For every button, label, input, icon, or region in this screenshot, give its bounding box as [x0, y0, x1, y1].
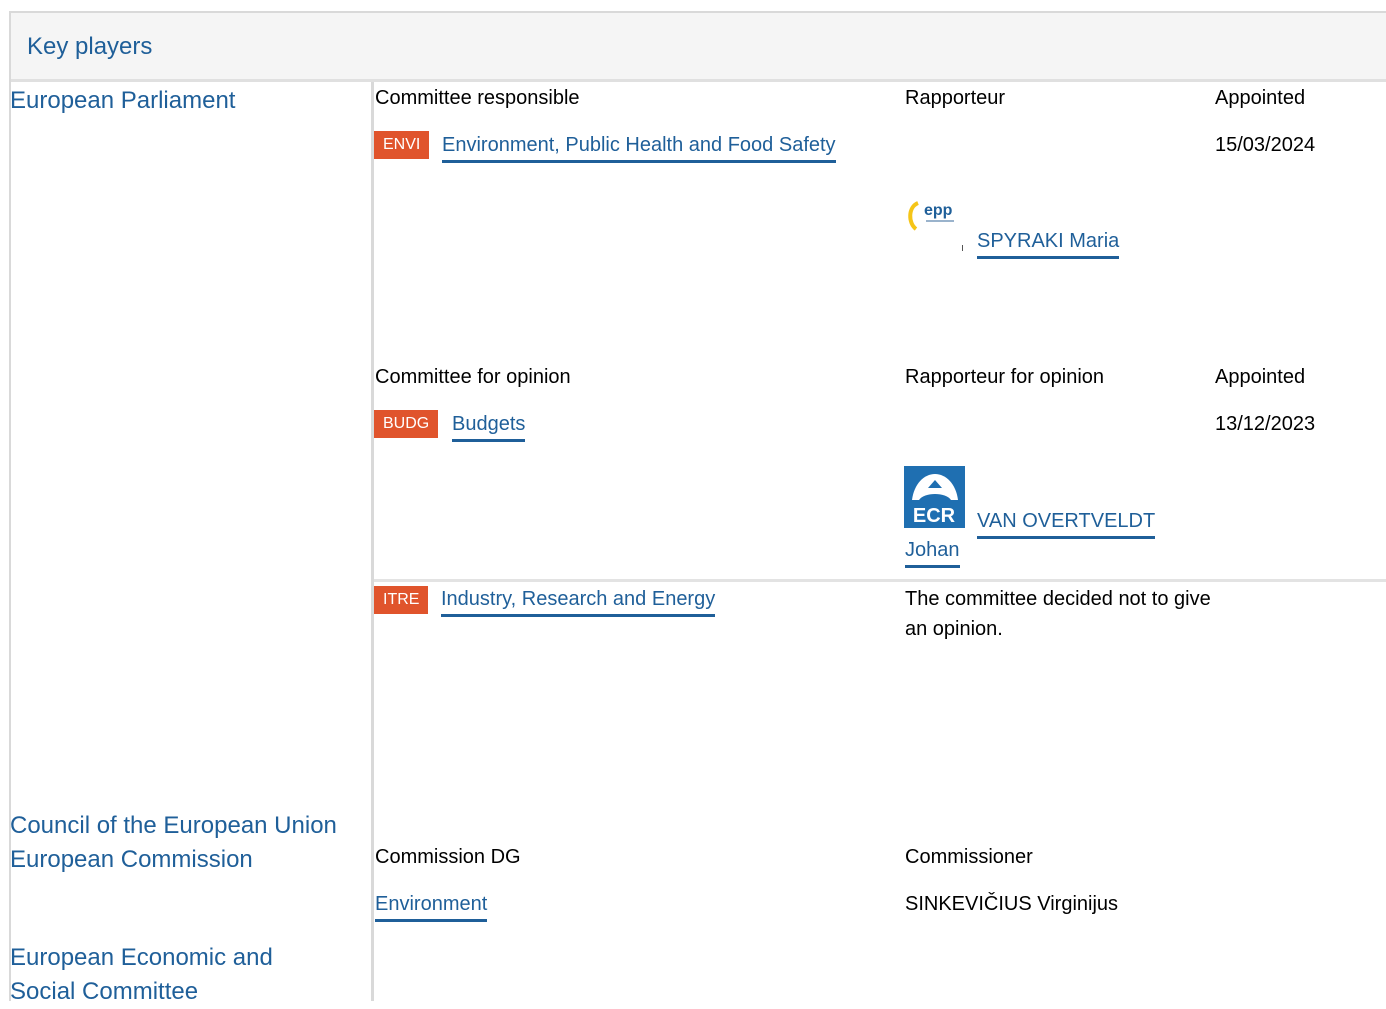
- rapporteur-opinion-header: Rapporteur for opinion: [905, 366, 1105, 388]
- committee-responsible-header: Committee responsible: [375, 87, 580, 109]
- institution-european-parliament: European Parliament: [10, 87, 236, 114]
- epp-logo-graphic: epp: [908, 201, 963, 251]
- institution-council: Council of the European Union: [10, 812, 337, 839]
- committee-link-envi[interactable]: Environment, Public Health and Food Safe…: [442, 133, 836, 163]
- row-divider: [374, 579, 1386, 582]
- institution-eesc: European Economic and Social Committee: [10, 944, 273, 1005]
- committee-code-badge-itre: ITRE: [374, 586, 429, 614]
- svg-text:epp: epp: [924, 202, 953, 219]
- committee-opinion-header: Committee for opinion: [375, 366, 571, 388]
- epp-logo: epp: [904, 189, 964, 251]
- commission-dg-header: Commission DG: [375, 846, 521, 868]
- column-divider: [371, 82, 374, 1001]
- committee-link-itre[interactable]: Industry, Research and Energy: [441, 587, 716, 617]
- appointed-header: Appointed: [1215, 87, 1306, 109]
- rapporteur-header: Rapporteur: [905, 87, 1006, 109]
- rapporteur-link-spyraki[interactable]: SPYRAKI Maria: [977, 229, 1120, 259]
- appointed-date-budg: 13/12/2023: [1215, 413, 1316, 435]
- rapporteur-link-van-overtveldt-firstname[interactable]: Johan: [905, 538, 960, 568]
- commissioner-header: Commissioner: [905, 846, 1033, 868]
- commission-dg-link-environment[interactable]: Environment: [375, 892, 488, 922]
- committee-link-budg[interactable]: Budgets: [452, 412, 526, 442]
- appointed-opinion-header: Appointed: [1215, 366, 1306, 388]
- key-players-header: Key players: [11, 13, 1386, 82]
- page-title: Key players: [27, 33, 153, 60]
- itre-no-opinion-note: The committee decided not to give an opi…: [905, 588, 1211, 640]
- rapporteur-link-van-overtveldt[interactable]: VAN OVERTVELDT: [977, 509, 1156, 539]
- appointed-date-envi: 15/03/2024: [1215, 134, 1316, 156]
- svg-text:ECR: ECR: [913, 505, 956, 527]
- ecr-logo-graphic: ECR: [912, 474, 958, 527]
- ecr-logo: ECR: [904, 466, 965, 528]
- institution-commission: European Commission: [10, 846, 253, 873]
- commissioner-name: SINKEVIČIUS Virginijus: [905, 893, 1119, 915]
- committee-code-badge-budg: BUDG: [374, 410, 439, 438]
- committee-code-badge-envi: ENVI: [374, 131, 430, 159]
